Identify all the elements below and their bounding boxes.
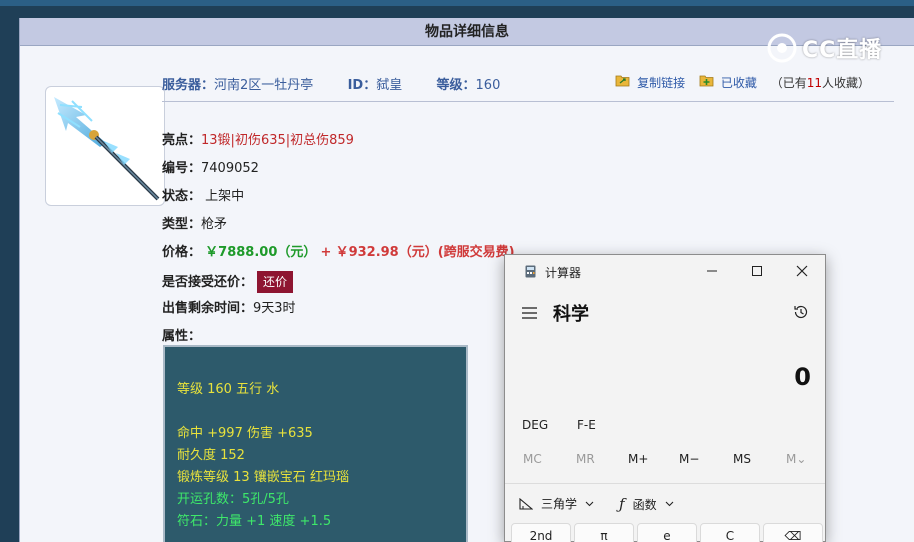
calculator-window: 计算器 科学 0 DEG F-E MC MR M+ M− MS M⌄ 三角学 ƒ… xyxy=(504,254,826,542)
highlights-value: 13锻|初伤635|初总伤859 xyxy=(201,133,354,148)
favorited-label: 已收藏 xyxy=(720,76,757,90)
mplus-button[interactable]: M+ xyxy=(628,452,648,466)
highlights-row: 亮点：13锻|初伤635|初总伤859 xyxy=(162,133,354,148)
backspace-key[interactable]: ⌫ xyxy=(763,523,823,542)
maximize-icon[interactable] xyxy=(746,260,768,282)
memory-row: MC MR M+ M− MS M⌄ xyxy=(505,449,825,471)
mc-button[interactable]: MC xyxy=(523,452,542,466)
id-value: 弑皇 xyxy=(376,78,403,93)
chevron-down-icon xyxy=(585,501,594,506)
time-left-value: 9天3时 xyxy=(253,301,296,316)
copy-link-button[interactable]: 复制链接 xyxy=(615,74,685,91)
item-meta-row: 服务器：河南2区一牡丹亭 ID：弑皇 等级：160 复制链接 已收藏 （已有11… xyxy=(162,74,882,98)
minimize-icon[interactable] xyxy=(701,260,723,282)
status-value: 上架中 xyxy=(205,189,245,204)
calculator-app-icon xyxy=(525,265,536,278)
keypad-row: 2nd π e C ⌫ xyxy=(509,523,823,542)
triangle-ruler-icon xyxy=(519,497,533,510)
function-row: 三角学 ƒ 函数 xyxy=(505,493,825,515)
folder-link-icon xyxy=(615,75,630,87)
mminus-button[interactable]: M− xyxy=(679,452,699,466)
calculator-mode-row: 科学 xyxy=(505,295,825,329)
chevron-down-icon xyxy=(665,501,673,507)
function-label: 函数 xyxy=(632,497,657,512)
attributes-box: 等级 160 五行 水 命中 +997 伤害 +635 耐久度 152 锻炼等级… xyxy=(163,345,468,542)
level-label: 等级： xyxy=(436,78,476,93)
deg-button[interactable]: DEG xyxy=(522,418,548,432)
price-value: ￥7888.00（元） xyxy=(205,245,317,260)
copy-link-label: 复制链接 xyxy=(637,76,686,90)
e-key[interactable]: e xyxy=(637,523,697,542)
meta-divider xyxy=(162,101,894,102)
fe-button[interactable]: F-E xyxy=(577,418,596,432)
angle-row: DEG F-E xyxy=(505,415,825,437)
attr-line: 等级 160 五行 水 xyxy=(177,382,280,397)
function-f-icon: ƒ xyxy=(619,495,625,513)
trig-dropdown[interactable]: 三角学 xyxy=(519,495,594,512)
attr-line: 耐久度 152 xyxy=(177,448,245,463)
price-row: 价格： ￥7888.00（元） + ￥932.98（元）(跨服交易费) xyxy=(162,245,515,260)
haggle-button[interactable]: 还价 xyxy=(257,271,294,293)
fee-value: ￥932.98（元）(跨服交易费) xyxy=(335,245,515,260)
attr-line: 锻炼等级 13 镶嵌宝石 红玛瑙 xyxy=(177,470,349,485)
server-label: 服务器： xyxy=(162,78,215,93)
type-value: 枪矛 xyxy=(201,217,228,232)
hamburger-menu-icon[interactable] xyxy=(522,307,537,319)
folder-star-icon xyxy=(699,75,714,87)
attr-line: 开运孔数：5孔/5孔 xyxy=(177,492,289,507)
number-row: 编号：7409052 xyxy=(162,161,259,176)
calculator-app-name: 计算器 xyxy=(545,266,582,280)
close-icon[interactable] xyxy=(791,260,813,282)
favorite-count: （已有11人收藏） xyxy=(770,76,870,90)
item-actions: 复制链接 已收藏 （已有11人收藏） xyxy=(605,74,870,91)
calculator-divider xyxy=(505,483,825,484)
clear-key[interactable]: C xyxy=(700,523,760,542)
mr-button[interactable]: MR xyxy=(576,452,595,466)
memory-list-button[interactable]: M⌄ xyxy=(786,452,806,466)
attr-line: 符石：力量 +1 速度 +1.5 xyxy=(177,514,332,529)
second-key[interactable]: 2nd xyxy=(511,523,571,542)
cc-logo-icon xyxy=(767,33,797,63)
price-plus: + xyxy=(320,245,332,260)
calculator-titlebar[interactable]: 计算器 xyxy=(505,255,825,287)
favorited-button[interactable]: 已收藏 xyxy=(699,74,757,91)
status-row: 状态： 上架中 xyxy=(162,189,245,204)
calculator-display: 0 xyxy=(794,363,811,391)
pi-key[interactable]: π xyxy=(574,523,634,542)
cc-live-logo: CC直播 xyxy=(766,30,886,66)
spear-image xyxy=(54,97,160,201)
trig-label: 三角学 xyxy=(541,497,578,511)
favorite-count-number: 11 xyxy=(806,76,822,90)
top-bar xyxy=(0,0,914,6)
calculator-mode-title: 科学 xyxy=(553,304,589,325)
time-left-row: 出售剩余时间：9天3时 xyxy=(162,301,296,316)
type-row: 类型：枪矛 xyxy=(162,217,228,232)
server-value: 河南2区一牡丹亭 xyxy=(214,78,314,93)
id-label: ID： xyxy=(347,78,377,93)
level-value: 160 xyxy=(475,78,501,93)
number-value: 7409052 xyxy=(201,161,259,176)
history-icon[interactable] xyxy=(792,303,810,321)
item-thumbnail[interactable] xyxy=(45,86,165,206)
function-dropdown[interactable]: ƒ 函数 xyxy=(619,495,674,513)
attr-line: 命中 +997 伤害 +635 xyxy=(177,426,313,441)
ms-button[interactable]: MS xyxy=(733,452,751,466)
logo-text: CC直播 xyxy=(802,38,883,63)
haggle-row: 是否接受还价： 还价 xyxy=(162,271,294,293)
